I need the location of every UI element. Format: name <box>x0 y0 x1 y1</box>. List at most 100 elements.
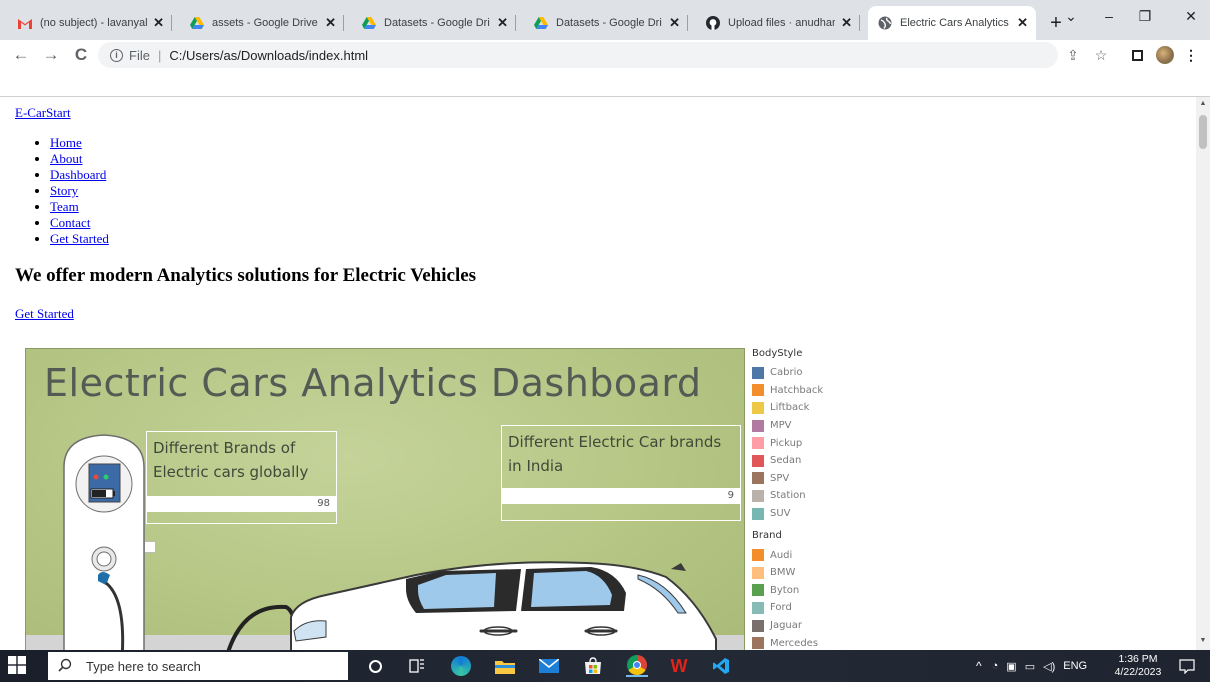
profile-avatar[interactable] <box>1154 44 1176 66</box>
search-placeholder: Type here to search <box>86 658 201 674</box>
nav-item-dashboard: Dashboard <box>50 167 109 183</box>
battery-icon[interactable]: ▭ <box>1025 660 1035 673</box>
protocol-label: File <box>129 47 150 63</box>
legend-item[interactable]: SPV <box>752 470 872 488</box>
reload-icon[interactable]: C <box>68 42 94 68</box>
language-indicator[interactable]: ENG <box>1063 660 1087 672</box>
nav-link-dashboard[interactable]: Dashboard <box>50 167 106 182</box>
volume-icon[interactable]: ◁) <box>1043 660 1055 673</box>
legend-label: Hatchback <box>770 384 824 396</box>
close-icon[interactable]: ✕ <box>325 15 336 31</box>
legend-label: Ford <box>770 602 792 614</box>
nav-link-about[interactable]: About <box>50 151 83 166</box>
minimize-icon[interactable]: – <box>1094 8 1124 24</box>
show-hidden-icons[interactable]: ^ <box>976 659 982 673</box>
browser-tab-active[interactable]: Electric Cars Analytics ✕ <box>868 6 1036 40</box>
legend-item[interactable]: BMW <box>752 564 872 582</box>
browser-tab[interactable]: Datasets - Google Dri ✕ <box>524 6 688 40</box>
hero-title: We offer modern Analytics solutions for … <box>15 265 477 286</box>
nav-link-story[interactable]: Story <box>50 183 78 198</box>
legend-label: Cabrio <box>770 367 803 379</box>
nav-menu: Home About Dashboard Story Team Contact … <box>30 135 109 247</box>
chrome-icon[interactable] <box>626 655 648 677</box>
close-icon[interactable]: ✕ <box>153 15 164 31</box>
legend-item[interactable]: Cabrio <box>752 364 872 382</box>
nav-item-about: About <box>50 151 109 167</box>
system-tray: ^ ◔ ▣ ▭ ◁) ENG <box>976 650 1087 682</box>
page-scrollbar[interactable]: ▲ ▼ <box>1196 97 1210 650</box>
tab-title: Upload files · anudhar <box>728 17 836 29</box>
legend-item[interactable]: Station <box>752 487 872 505</box>
legend-item[interactable]: Ford <box>752 599 872 617</box>
notifications-icon[interactable] <box>1176 655 1198 677</box>
legend-item[interactable]: Mercedes <box>752 634 872 650</box>
legend-item[interactable]: Byton <box>752 582 872 600</box>
scrollbar-thumb[interactable] <box>1199 115 1207 149</box>
bookmark-star-icon[interactable]: ☆ <box>1090 44 1112 66</box>
tab-title: Datasets - Google Dri <box>556 17 662 29</box>
legend-swatch <box>752 366 764 379</box>
tab-search-icon[interactable]: ⌄ <box>1056 8 1086 25</box>
legend-title-brand: Brand <box>752 530 782 542</box>
get-started-link[interactable]: Get Started <box>15 306 74 322</box>
address-bar[interactable]: i File | C:/Users/as/Downloads/index.htm… <box>98 42 1058 68</box>
gmail-icon <box>18 16 32 30</box>
browser-tab[interactable]: Datasets - Google Dri ✕ <box>352 6 516 40</box>
windows-start-icon[interactable] <box>8 656 28 676</box>
scroll-up-icon[interactable]: ▲ <box>1199 100 1207 107</box>
menu-kebab-icon[interactable]: ⋮ <box>1182 44 1200 66</box>
vscode-icon[interactable] <box>710 655 732 677</box>
network-icon[interactable]: ◔ <box>992 660 999 672</box>
nav-link-home[interactable]: Home <box>50 135 82 150</box>
legend-item[interactable]: Pickup <box>752 434 872 452</box>
legend-item[interactable]: Liftback <box>752 399 872 417</box>
restore-icon[interactable]: ❐ <box>1130 8 1160 25</box>
legend-item[interactable]: Sedan <box>752 452 872 470</box>
taskbar-clock[interactable]: 1:36 PM 4/22/2023 <box>1110 653 1166 679</box>
url-text[interactable]: C:/Users/as/Downloads/index.html <box>169 48 368 63</box>
nav-link-get-started[interactable]: Get Started <box>50 231 109 246</box>
legend-item[interactable]: MPV <box>752 417 872 435</box>
nav-link-team[interactable]: Team <box>50 199 79 214</box>
browser-tab[interactable]: (no subject) - lavanyal ✕ <box>8 6 172 40</box>
browser-tab[interactable]: Upload files · anudhar ✕ <box>696 6 860 40</box>
close-icon[interactable]: ✕ <box>1017 15 1028 31</box>
side-panel-icon[interactable] <box>1126 44 1148 66</box>
close-icon[interactable]: ✕ <box>497 15 508 31</box>
microsoft-store-icon[interactable] <box>582 655 604 677</box>
nav-item-contact: Contact <box>50 215 109 231</box>
browser-toolbar: ← → C i File | C:/Users/as/Downloads/ind… <box>0 40 1210 70</box>
brand-link[interactable]: E-CarStart <box>15 105 71 121</box>
forward-icon[interactable]: → <box>38 42 64 68</box>
dashboard-embed[interactable]: Electric Cars Analytics Dashboard Differ… <box>25 348 745 650</box>
back-icon[interactable]: ← <box>8 42 34 68</box>
search-icon <box>58 658 76 675</box>
meet-now-icon[interactable]: ▣ <box>1006 660 1016 673</box>
close-window-icon[interactable]: ✕ <box>1176 8 1206 25</box>
legend-label: Jaguar <box>770 620 803 632</box>
legend-item[interactable]: SUV <box>752 505 872 523</box>
browser-tab[interactable]: assets - Google Drive ✕ <box>180 6 344 40</box>
cortana-icon[interactable] <box>364 655 386 677</box>
legend-swatch <box>752 566 764 579</box>
file-explorer-icon[interactable] <box>494 655 516 677</box>
nav-link-contact[interactable]: Contact <box>50 215 90 230</box>
edge-icon[interactable] <box>450 655 472 677</box>
close-icon[interactable]: ✕ <box>669 15 680 31</box>
legend-label: Pickup <box>770 437 803 449</box>
close-icon[interactable]: ✕ <box>841 15 852 31</box>
legend-label: Station <box>770 490 806 502</box>
legend-item[interactable]: Audi <box>752 546 872 564</box>
wps-office-icon[interactable]: W <box>668 655 690 677</box>
task-view-icon[interactable] <box>406 655 428 677</box>
legend-label: Byton <box>770 584 800 596</box>
taskbar-search-box[interactable]: Type here to search <box>48 652 348 680</box>
scroll-down-icon[interactable]: ▼ <box>1199 637 1207 644</box>
info-icon[interactable]: i <box>110 48 123 62</box>
tab-title: (no subject) - lavanyal <box>40 17 148 29</box>
legend-swatch <box>752 489 764 502</box>
legend-item[interactable]: Jaguar <box>752 617 872 635</box>
share-icon[interactable]: ⇪ <box>1062 44 1084 66</box>
legend-item[interactable]: Hatchback <box>752 382 872 400</box>
mail-icon[interactable] <box>538 655 560 677</box>
